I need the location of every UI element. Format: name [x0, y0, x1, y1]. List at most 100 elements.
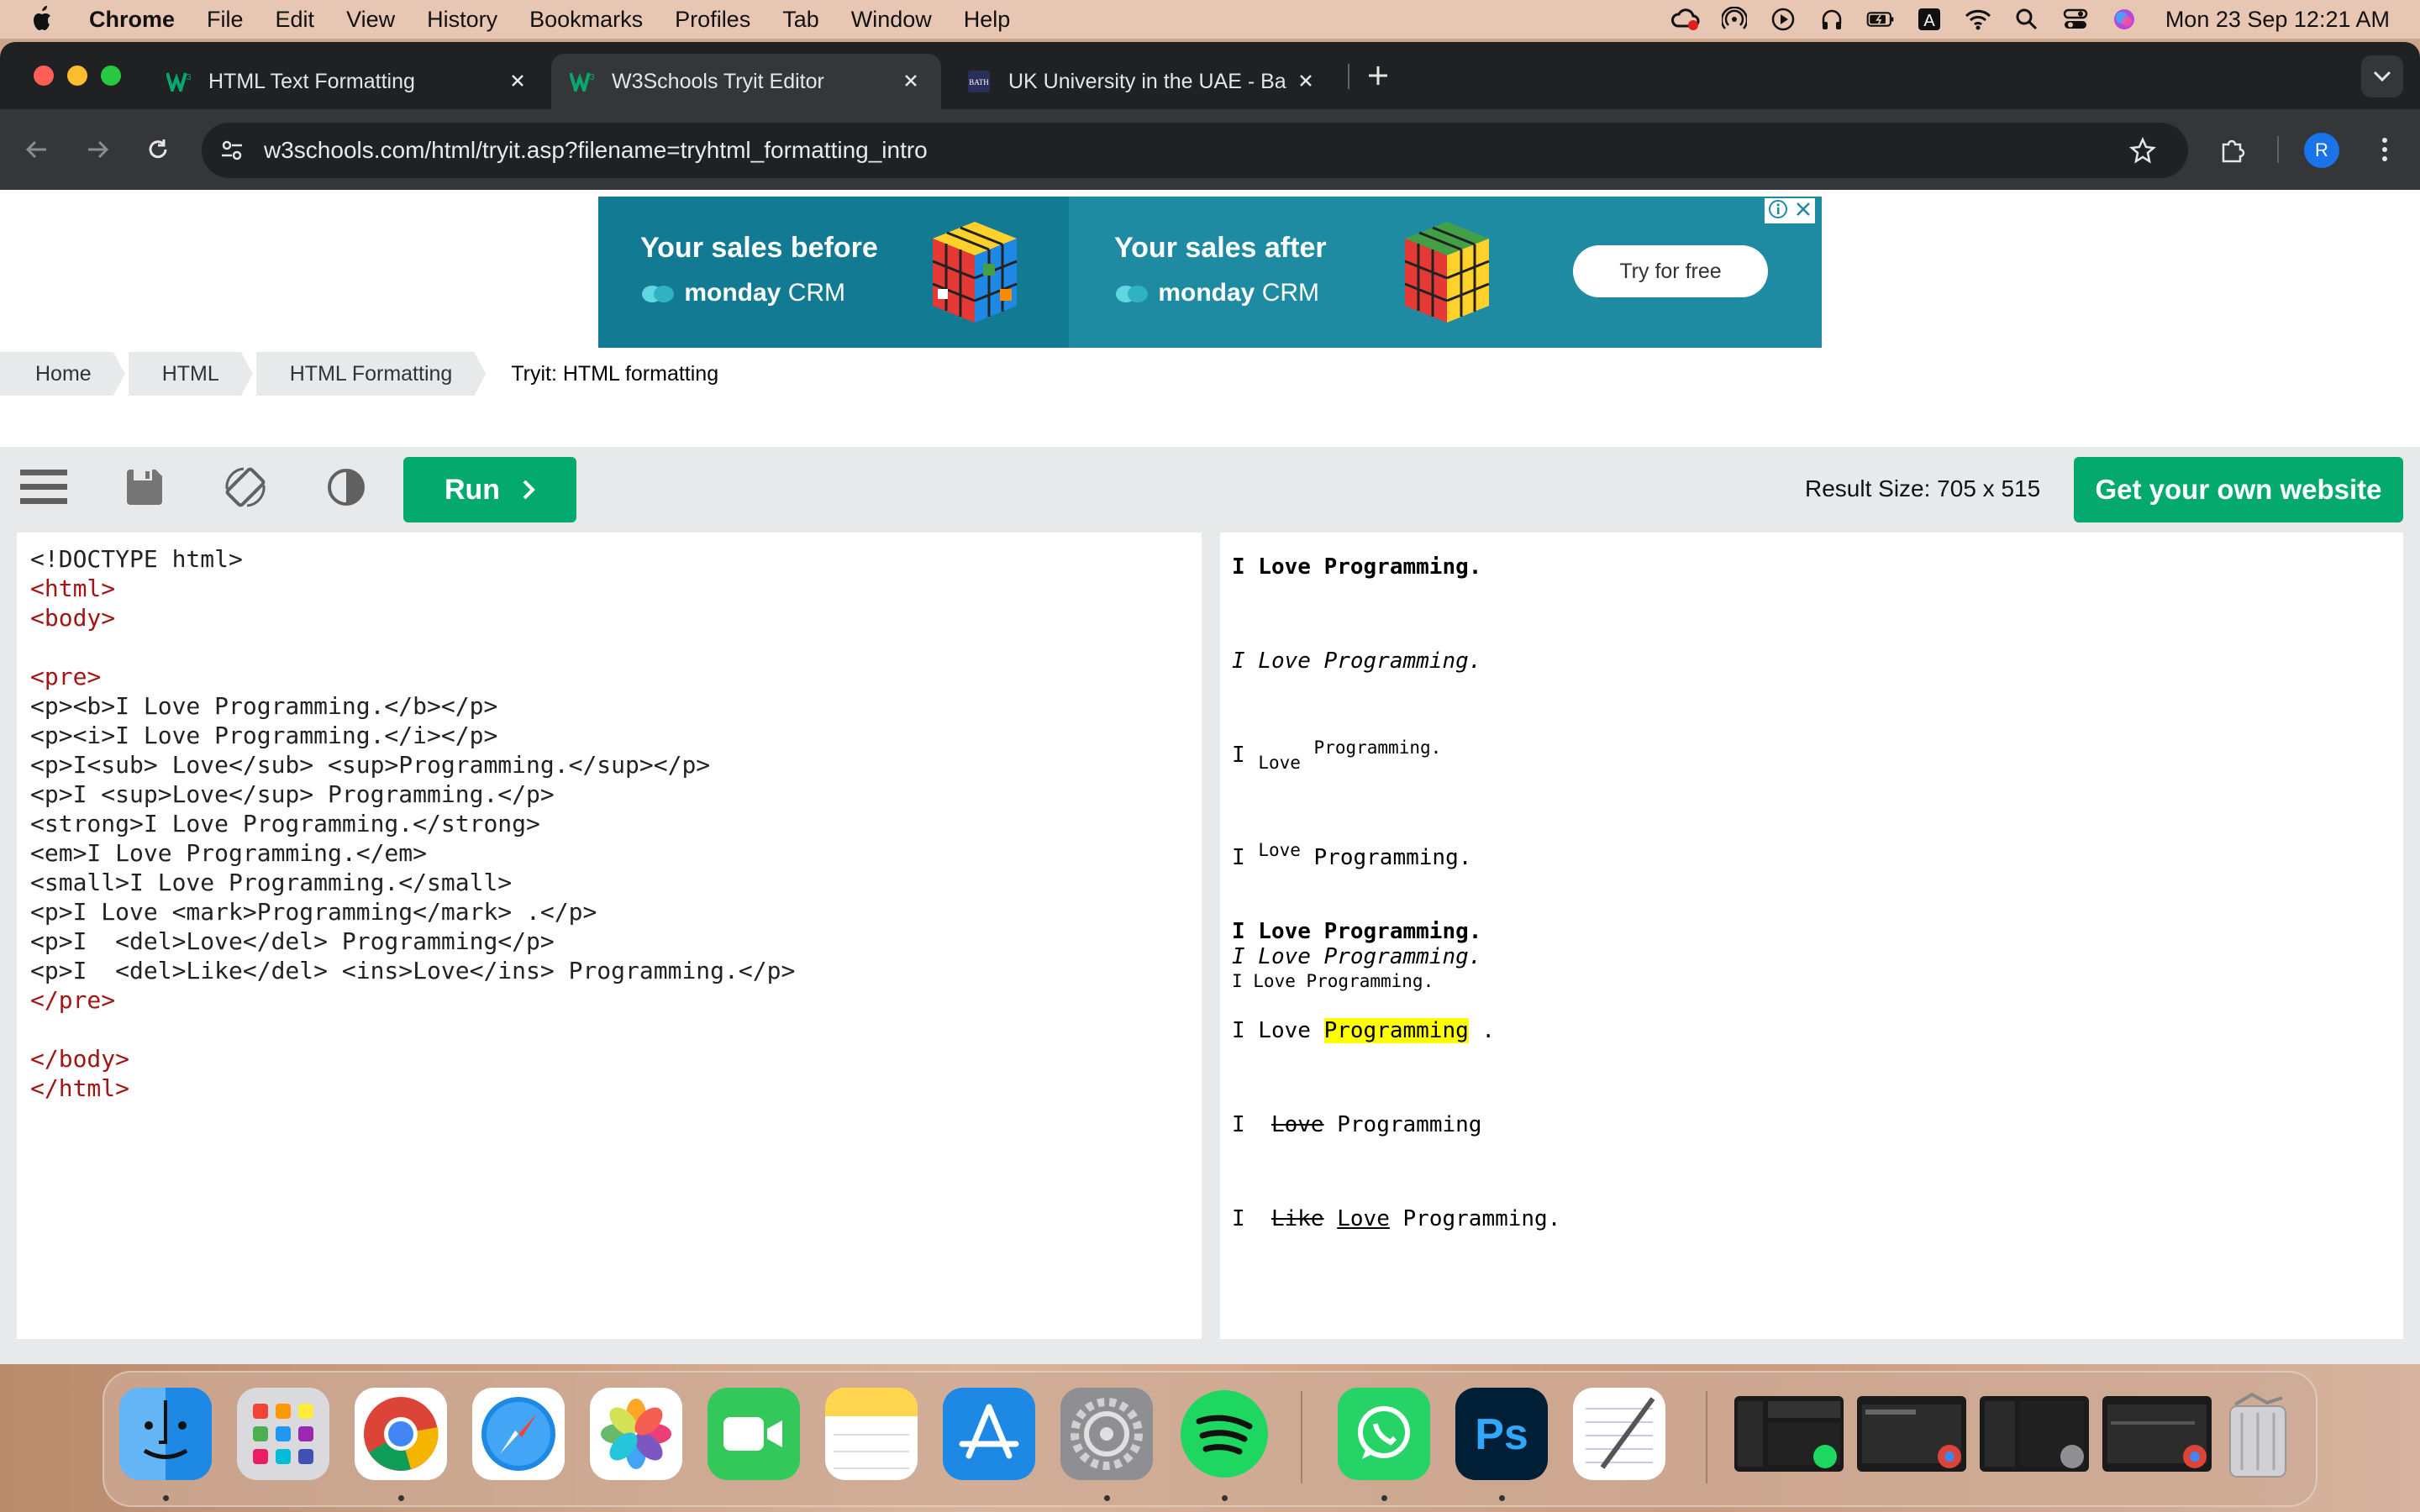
whatsapp-icon[interactable]: [1338, 1388, 1430, 1480]
profile-avatar[interactable]: R: [2304, 133, 2339, 168]
launchpad-icon[interactable]: [237, 1388, 329, 1480]
site-settings-icon[interactable]: [215, 134, 249, 167]
menu-bookmarks[interactable]: Bookmarks: [529, 7, 643, 33]
code-line: </pre>: [30, 986, 116, 1014]
forward-icon[interactable]: [81, 133, 114, 166]
close-window-button[interactable]: [34, 66, 54, 86]
control-center-icon[interactable]: [2061, 5, 2090, 34]
window-thumbnail-settings[interactable]: [1980, 1396, 2089, 1472]
wifi-icon[interactable]: [1964, 5, 1992, 34]
ad-choices[interactable]: [1765, 198, 1815, 223]
theme-toggle-icon[interactable]: [321, 464, 371, 511]
creative-cloud-icon[interactable]: [1670, 5, 1700, 34]
minimize-window-button[interactable]: [67, 66, 87, 86]
close-tab-icon[interactable]: [506, 69, 529, 92]
system-settings-icon[interactable]: [1060, 1388, 1153, 1480]
result-sup-text: Programming.: [1313, 738, 1442, 758]
headphones-icon[interactable]: [1818, 5, 1846, 34]
search-icon[interactable]: [2012, 5, 2041, 34]
window-thumbnail-chrome-1[interactable]: [1857, 1396, 1966, 1472]
menu-app-name[interactable]: Chrome: [89, 7, 175, 33]
bookmark-star-icon[interactable]: [2126, 134, 2160, 167]
chrome-menu-icon[interactable]: [2368, 133, 2402, 166]
facetime-icon[interactable]: [708, 1388, 800, 1480]
apple-icon[interactable]: [29, 5, 57, 34]
breadcrumb-html-formatting[interactable]: HTML Formatting: [256, 352, 487, 396]
menu-profiles[interactable]: Profiles: [675, 7, 750, 33]
notes-icon[interactable]: [825, 1388, 918, 1480]
code-line: <p>I <del>Love</del> Programming</p>: [30, 927, 555, 955]
run-button[interactable]: Run: [403, 457, 576, 522]
save-icon[interactable]: [119, 464, 170, 511]
menu-edit[interactable]: Edit: [276, 7, 315, 33]
url-text[interactable]: w3schools.com/html/tryit.asp?filename=tr…: [264, 137, 928, 164]
extensions-icon[interactable]: [2215, 133, 2249, 166]
textedit-icon[interactable]: [1573, 1388, 1665, 1480]
siri-icon[interactable]: [2110, 5, 2139, 34]
menu-help[interactable]: Help: [964, 7, 1011, 33]
hamburger-menu-icon[interactable]: [18, 464, 69, 511]
tab-search-icon[interactable]: [2361, 55, 2403, 97]
menu-view[interactable]: View: [346, 7, 395, 33]
menu-history[interactable]: History: [427, 7, 497, 33]
chrome-icon[interactable]: [355, 1388, 447, 1480]
address-bar[interactable]: w3schools.com/html/tryit.asp?filename=tr…: [202, 123, 2188, 178]
code-line: </html>: [30, 1074, 130, 1102]
close-tab-icon[interactable]: [1294, 69, 1318, 92]
editor-panels: <!DOCTYPE html> <html> <body> <pre> <p><…: [0, 526, 2420, 1364]
spotify-icon[interactable]: [1178, 1388, 1270, 1480]
photos-icon[interactable]: [590, 1388, 682, 1480]
get-your-own-website-button[interactable]: Get your own website: [2074, 457, 2403, 522]
browser-toolbar: w3schools.com/html/tryit.asp?filename=tr…: [0, 109, 2420, 190]
running-indicator: [398, 1495, 404, 1501]
running-indicator: [1222, 1495, 1228, 1501]
tab-w3schools-tryit-editor[interactable]: 3 W3Schools Tryit Editor: [551, 54, 941, 109]
w3schools-icon: 3: [166, 69, 192, 94]
result-iframe[interactable]: I Love Programming. I Love Programming. …: [1220, 533, 2403, 1339]
input-source-icon[interactable]: A: [1915, 5, 1944, 34]
airdrop-icon[interactable]: [1720, 5, 1749, 34]
tab-uk-university-uae[interactable]: BATH UK University in the UAE - Ba: [950, 54, 1336, 109]
safari-icon[interactable]: [472, 1388, 565, 1480]
breadcrumb-html[interactable]: HTML: [129, 352, 253, 396]
menu-file[interactable]: File: [207, 7, 244, 33]
play-icon[interactable]: [1769, 5, 1797, 34]
code-line: <!DOCTYPE html>: [30, 545, 243, 573]
photoshop-icon[interactable]: Ps: [1455, 1388, 1548, 1480]
breadcrumb-home[interactable]: Home: [0, 352, 125, 396]
rotate-layout-icon[interactable]: [220, 464, 271, 511]
new-tab-icon[interactable]: [1363, 60, 1393, 91]
battery-icon[interactable]: [1866, 5, 1895, 34]
result-ins-text: Love: [1337, 1206, 1390, 1231]
app-store-icon[interactable]: [943, 1388, 1035, 1480]
zoom-window-button[interactable]: [101, 66, 121, 86]
page-content: Your sales before monday CRM Your sales …: [0, 190, 2420, 1364]
back-icon[interactable]: [20, 133, 54, 166]
ad-info-icon[interactable]: [1768, 199, 1788, 223]
result-text: Programming.: [1300, 845, 1472, 870]
dock-separator: [1301, 1391, 1302, 1483]
close-tab-icon[interactable]: [899, 69, 923, 92]
ad-banner[interactable]: Your sales before monday CRM Your sales …: [598, 197, 1822, 348]
menu-tab[interactable]: Tab: [782, 7, 819, 33]
result-sup-text: Love: [1258, 840, 1301, 860]
running-indicator: [1499, 1495, 1505, 1501]
svg-text:Ps: Ps: [1475, 1410, 1528, 1459]
tab-html-text-formatting[interactable]: 3 HTML Text Formatting: [148, 54, 548, 109]
window-thumbnail-spotify[interactable]: [1734, 1396, 1844, 1472]
tab-title: HTML Text Formatting: [208, 69, 415, 93]
window-thumbnail-chrome-2[interactable]: [2102, 1396, 2212, 1472]
breadcrumb: Home HTML HTML Formatting Tryit: HTML fo…: [0, 349, 2420, 398]
university-icon: BATH: [966, 69, 992, 94]
ad-brand-before: monday CRM: [640, 279, 845, 307]
code-text[interactable]: <!DOCTYPE html> <html> <body> <pre> <p><…: [30, 544, 795, 1103]
ad-before-text: Your sales before: [640, 232, 878, 264]
finder-icon[interactable]: [119, 1388, 212, 1480]
menubar-clock[interactable]: Mon 23 Sep 12:21 AM: [2165, 7, 2390, 33]
trash-icon[interactable]: [2212, 1388, 2304, 1480]
ad-try-free-button[interactable]: Try for free: [1573, 245, 1768, 297]
reload-icon[interactable]: [141, 133, 175, 166]
code-editor[interactable]: <!DOCTYPE html> <html> <body> <pre> <p><…: [17, 533, 1202, 1339]
ad-close-icon[interactable]: [1795, 201, 1812, 222]
menu-window[interactable]: Window: [851, 7, 932, 33]
